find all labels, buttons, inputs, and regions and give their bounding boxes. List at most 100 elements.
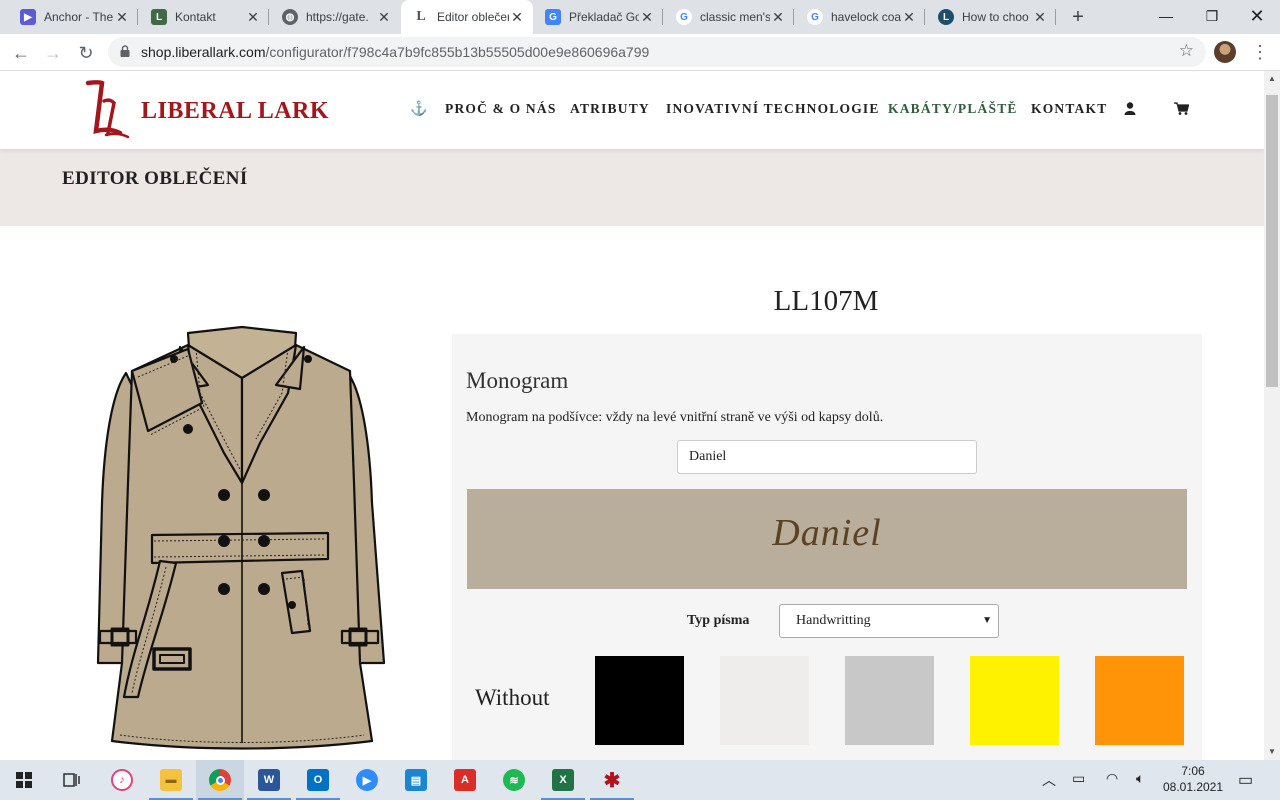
scrollbar-thumb[interactable] — [1266, 95, 1278, 387]
close-icon[interactable]: ✕ — [901, 9, 917, 25]
tab-separator — [793, 9, 794, 25]
file-explorer-icon[interactable]: ▬ — [147, 760, 195, 800]
tab-separator — [1055, 9, 1056, 25]
forward-arrow-icon[interactable]: → — [40, 40, 66, 66]
close-icon[interactable]: ✕ — [376, 9, 392, 25]
close-icon[interactable]: ✕ — [1032, 9, 1048, 25]
tab-separator — [662, 9, 663, 25]
browser-tab[interactable]: G havelock coa ✕ — [795, 0, 925, 34]
browser-tab[interactable]: L How to choo ✕ — [926, 0, 1056, 34]
clock-time: 7:06 — [1181, 764, 1205, 778]
liberal-lark-logo[interactable] — [82, 79, 142, 141]
wifi-icon[interactable]: ◠ — [1106, 770, 1118, 787]
browser-tab[interactable]: G classic men's ✕ — [664, 0, 794, 34]
close-icon[interactable]: ✕ — [639, 9, 655, 25]
close-icon[interactable]: ✕ — [770, 9, 786, 25]
scroll-up-icon[interactable]: ▲ — [1264, 71, 1280, 87]
nav-item-technology[interactable]: INOVATIVNÍ TECHNOLOGIE — [666, 101, 880, 117]
swatch-orange[interactable] — [1095, 656, 1184, 745]
browser-tab[interactable]: ◍ https://gate. ✕ — [270, 0, 400, 34]
user-account-icon[interactable] — [1124, 102, 1136, 115]
browser-toolbar: ← → ↻ shop.liberallark.com/configurator/… — [0, 34, 1280, 71]
acrobat-icon[interactable]: A — [441, 760, 489, 800]
excel-icon[interactable]: X — [539, 760, 587, 800]
browser-tab[interactable]: L Kontakt ✕ — [139, 0, 269, 34]
font-type-label: Typ písma — [687, 613, 750, 628]
color-without-option[interactable]: Without — [475, 685, 549, 711]
reload-icon[interactable]: ↻ — [73, 40, 99, 66]
swatch-black[interactable] — [595, 656, 684, 745]
close-icon[interactable]: ✕ — [114, 9, 130, 25]
notification-center-icon[interactable]: ▭ — [1238, 770, 1253, 790]
google-icon: G — [807, 9, 823, 25]
browser-tab-active[interactable]: L Editor oblečení ✕ — [401, 0, 533, 34]
nav-item-about[interactable]: PROČ & O NÁS — [445, 101, 557, 117]
shopping-cart-icon[interactable] — [1174, 102, 1189, 115]
chevron-down-icon: ▼ — [982, 615, 992, 626]
swatch-yellow[interactable] — [970, 656, 1059, 745]
anchor-podcast-icon: ▶ — [20, 9, 36, 25]
nav-item-attributes[interactable]: ATRIBUTY — [570, 101, 650, 117]
monogram-description: Monogram na podšívce: vždy na levé vnitř… — [466, 410, 884, 425]
zoom-icon[interactable]: ▶ — [343, 760, 391, 800]
battery-icon[interactable]: ▭ — [1072, 770, 1085, 787]
font-type-select[interactable]: Handwritting ▼ — [779, 604, 999, 638]
close-icon[interactable]: ✕ — [245, 9, 261, 25]
browser-tab[interactable]: G Překladač Go ✕ — [533, 0, 663, 34]
outlook-icon[interactable]: O — [294, 760, 342, 800]
google-icon: G — [676, 9, 692, 25]
system-clock[interactable]: 7:06 08.01.2021 — [1160, 763, 1226, 795]
liberal-lark-icon: L — [151, 9, 167, 25]
nav-item-contact[interactable]: KONTAKT — [1031, 101, 1107, 117]
liberal-lark-icon: L — [416, 9, 426, 24]
globe-icon: ◍ — [282, 9, 298, 25]
tab-label: Kontakt — [175, 10, 216, 24]
nav-item-coats[interactable]: KABÁTY/PLÁŠTĚ — [888, 101, 1018, 117]
windows-start-icon[interactable] — [0, 760, 48, 800]
monogram-input[interactable] — [677, 440, 977, 474]
task-view-icon[interactable] — [48, 760, 96, 800]
app-store-icon[interactable]: ▤ — [392, 760, 440, 800]
tab-label: Anchor - The — [44, 10, 114, 24]
address-bar[interactable]: shop.liberallark.com/configurator/f798c4… — [108, 37, 1206, 67]
coat-illustration — [96, 325, 386, 750]
tab-label: classic men's — [700, 10, 770, 24]
browser-menu-icon[interactable]: ⋮ — [1251, 40, 1269, 64]
clock-date: 08.01.2021 — [1162, 780, 1224, 794]
browser-tab-bar: ▶ Anchor - The ✕ L Kontakt ✕ ◍ https://g… — [0, 0, 1280, 34]
profile-avatar[interactable] — [1214, 41, 1236, 63]
volume-icon[interactable]: 🔈︎ — [1136, 770, 1144, 787]
itunes-icon[interactable]: ♪ — [98, 760, 146, 800]
anchor-icon[interactable]: ⚓ — [410, 101, 429, 118]
page-scrollbar[interactable]: ▲ ▼ — [1264, 71, 1280, 760]
monogram-panel: Monogram Monogram na podšívce: vždy na l… — [452, 334, 1202, 760]
show-hidden-icons-chevron-icon[interactable]: ︿ — [1042, 770, 1056, 790]
product-code: LL107M — [773, 285, 879, 317]
liberal-lark-circle-icon: L — [938, 9, 954, 25]
word-icon[interactable]: W — [245, 760, 293, 800]
window-close-button[interactable]: ✕ — [1234, 0, 1280, 34]
url-path: /configurator/f798c4a7b9fc855b13b55505d0… — [265, 44, 650, 60]
close-icon[interactable]: ✕ — [509, 9, 525, 25]
windows-taskbar: ♪ ▬ W O ▶ ▤ A ≋ X ✱ ︿ ▭ ◠ 🔈︎ 7:06 08.01.… — [0, 760, 1280, 800]
page-title-bar: EDITOR OBLEČENÍ — [0, 149, 1264, 226]
browser-tab[interactable]: ▶ Anchor - The ✕ — [8, 0, 138, 34]
tab-label: havelock coa — [831, 10, 901, 24]
swatch-grey[interactable] — [845, 656, 934, 745]
chrome-icon[interactable] — [196, 760, 244, 800]
new-tab-button[interactable]: + — [1066, 5, 1090, 29]
font-type-value: Handwritting — [796, 613, 871, 628]
tab-label: https://gate. — [306, 10, 369, 24]
logo-text[interactable]: LIBERAL LARK — [141, 98, 329, 125]
swatch-white[interactable] — [720, 656, 809, 745]
maximize-button[interactable]: ❐ — [1189, 0, 1235, 34]
paint-splash-icon[interactable]: ✱ — [588, 760, 636, 800]
scroll-down-icon[interactable]: ▼ — [1264, 744, 1280, 760]
minimize-button[interactable]: — — [1143, 0, 1189, 34]
url-text[interactable]: shop.liberallark.com/configurator/f798c4… — [141, 44, 649, 60]
spotify-icon[interactable]: ≋ — [490, 760, 538, 800]
bookmark-star-icon[interactable]: ☆ — [1179, 41, 1194, 61]
tab-label: How to choo — [962, 10, 1029, 24]
lock-icon[interactable] — [120, 45, 130, 57]
back-arrow-icon[interactable]: ← — [8, 40, 34, 66]
